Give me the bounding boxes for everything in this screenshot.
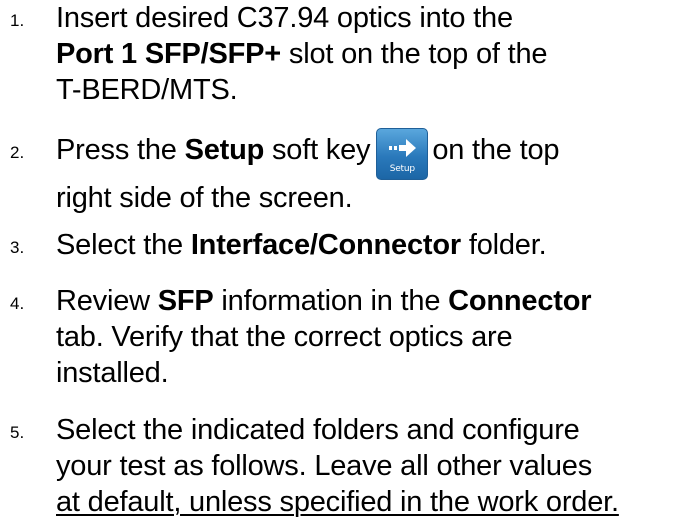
step-text-run: Review <box>56 285 158 317</box>
step-text-run: tab. Verify that the correct optics are <box>56 321 513 353</box>
step-number: 4. <box>10 294 25 313</box>
step-text-run: Select the indicated folders and configu… <box>56 414 580 446</box>
step-text-run: your test as follows. Leave all other va… <box>56 450 593 482</box>
step-text: Review SFP information in the Connector … <box>56 283 681 391</box>
step-text-run: folder. <box>460 229 547 261</box>
step-text-run: Insert desired C37.94 optics into the <box>56 2 513 34</box>
setup-soft-key-button[interactable]: Setup <box>376 128 429 180</box>
step-text-run: on the top <box>432 134 560 166</box>
folder-label: Interface/Connector <box>190 229 461 261</box>
setup-key-label: Setup <box>389 164 415 174</box>
setup-label: Setup <box>184 134 265 166</box>
step-text-run-underlined: at default, unless specified in the work… <box>56 486 619 518</box>
step-text-run: soft key <box>264 134 371 166</box>
connector-label: Connector <box>448 285 592 317</box>
step-number: 3. <box>10 238 25 257</box>
step-number: 1. <box>10 11 25 30</box>
step-text-run: Press the <box>56 134 185 166</box>
step-text-run: installed. <box>56 357 169 389</box>
right-arrow-icon <box>389 139 417 157</box>
step-text: Press the Setup soft key Setup on the top … <box>56 128 681 216</box>
step-text-run: information in the <box>213 285 449 317</box>
step-text: Insert desired C37.94 optics into the Po… <box>56 0 681 108</box>
step-number: 2. <box>10 143 25 162</box>
step-text: Select the indicated folders and configu… <box>56 412 681 520</box>
step-number: 5. <box>10 423 25 442</box>
port-label: Port 1 SFP/SFP+ <box>56 38 282 70</box>
sfp-label: SFP <box>157 285 214 317</box>
step-text-run: Select the <box>56 229 191 261</box>
step-text: Select the Interface/Connector folder. <box>56 227 681 263</box>
step-text-run: slot on the top of the <box>281 38 548 70</box>
step-text-run: right side of the screen. <box>56 182 353 214</box>
step-text-run: T-BERD/MTS. <box>56 74 238 106</box>
